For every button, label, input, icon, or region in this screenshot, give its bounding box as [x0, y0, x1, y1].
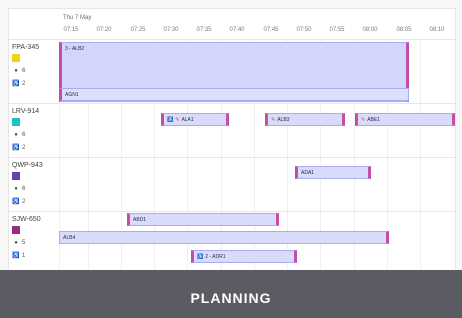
vehicle-info: QWP-943 ● 6 ♿ 2	[12, 162, 57, 205]
time-tick: 07:30	[163, 27, 179, 33]
vehicle-color-swatch	[12, 54, 20, 62]
seats-count: ● 6	[12, 68, 57, 74]
vehicle-id: SJW-650	[12, 216, 41, 223]
person-icon: ●	[14, 68, 18, 74]
planning-board: Thu 7 May 07:15 07:20 07:25 07:30 07:35 …	[8, 8, 456, 272]
time-tick: 07:50	[296, 27, 312, 33]
vehicle-color-swatch	[12, 226, 20, 234]
time-tick: 08:10	[429, 27, 445, 33]
booking-block[interactable]: ADA1	[295, 166, 371, 179]
seats-count: ● 6	[12, 132, 57, 138]
seats-count: ● 6	[12, 186, 57, 192]
wheelchair-icon: ♿	[197, 253, 204, 260]
vehicle-row: FPA-345 ● 6 ♿ 2 3 - ALB2 AGN1	[9, 39, 455, 104]
time-tick: 07:45	[263, 27, 279, 33]
vehicle-row: LRV-914 ● 6 ♿ 2 ♿ ✎ ALA1 ✎ ALB3 ✎ ABE1	[9, 103, 455, 158]
booking-block[interactable]: ALB4	[59, 231, 389, 244]
edit-icon: ✎	[175, 116, 180, 123]
wheelchair-count: ♿ 2	[12, 80, 26, 88]
footer-title: PLANNING	[190, 290, 272, 306]
vehicle-info: SJW-650 ● 5 ♿ 1	[12, 216, 57, 259]
seats-count: ● 5	[12, 240, 57, 246]
person-icon: ●	[14, 132, 18, 138]
wheelchair-icon: ♿	[167, 116, 174, 123]
time-tick: 07:35	[196, 27, 212, 33]
vehicle-row: SJW-650 ● 5 ♿ 1 ABD1 ALB4 ♿ 2 - ADR1	[9, 211, 455, 271]
wheelchair-icon: ♿	[12, 81, 20, 87]
wheelchair-icon: ♿	[12, 199, 20, 205]
booking-block[interactable]: ♿ 2 - ADR1	[191, 250, 297, 263]
person-icon: ●	[14, 240, 18, 246]
vehicle-info: LRV-914 ● 6 ♿ 2	[12, 108, 57, 151]
time-tick: 07:55	[329, 27, 345, 33]
time-tick: 07:25	[130, 27, 146, 33]
wheelchair-count: ♿ 2	[12, 144, 26, 152]
booking-block[interactable]: ✎ ABE1	[355, 113, 455, 126]
edit-icon: ✎	[271, 116, 276, 123]
vehicle-color-swatch	[12, 118, 20, 126]
time-tick: 08:05	[396, 27, 412, 33]
wheelchair-icon: ♿	[12, 145, 20, 151]
vehicle-id: LRV-914	[12, 108, 40, 115]
wheelchair-count: ♿ 2	[12, 198, 26, 206]
wheelchair-icon: ♿	[12, 253, 20, 259]
booking-block[interactable]: ✎ ALB3	[265, 113, 345, 126]
vehicle-info: FPA-345 ● 6 ♿ 2	[12, 44, 57, 87]
time-tick: 07:20	[96, 27, 112, 33]
vehicle-row: QWP-943 ● 6 ♿ 2 ADA1	[9, 157, 455, 212]
vehicle-id: FPA-345	[12, 44, 40, 51]
vehicle-id: QWP-943	[12, 162, 43, 169]
edit-icon: ✎	[361, 116, 366, 123]
time-tick: 07:15	[63, 27, 79, 33]
timeline-date: Thu 7 May	[63, 15, 92, 21]
vehicle-color-swatch	[12, 172, 20, 180]
footer-banner: PLANNING	[0, 270, 462, 318]
time-tick: 07:40	[229, 27, 245, 33]
booking-block[interactable]: ABD1	[127, 213, 279, 226]
time-tick: 08:00	[362, 27, 378, 33]
booking-block[interactable]: ♿ ✎ ALA1	[161, 113, 229, 126]
wheelchair-count: ♿ 1	[12, 252, 26, 260]
person-icon: ●	[14, 186, 18, 192]
booking-block[interactable]: AGN1	[59, 88, 409, 101]
timeline-header: Thu 7 May 07:15 07:20 07:25 07:30 07:35 …	[59, 9, 455, 40]
